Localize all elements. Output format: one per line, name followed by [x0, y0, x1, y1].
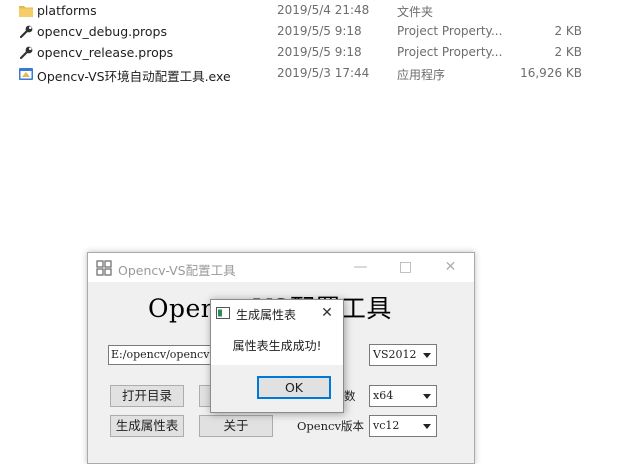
file-date: 2019/5/5 9:18: [277, 24, 362, 38]
file-name: opencv_debug.props: [37, 24, 167, 39]
window-title: Opencv-VS配置工具: [118, 263, 236, 278]
close-button[interactable]: ✕: [428, 253, 473, 282]
close-icon[interactable]: ✕: [311, 300, 343, 327]
platform-select[interactable]: x64: [369, 385, 437, 407]
file-date: 2019/5/4 21:48: [277, 3, 370, 17]
app-grid-icon: [96, 260, 112, 276]
platform-label: 数: [344, 389, 356, 403]
vs-version-value: VS2012: [373, 348, 417, 361]
file-type: 文件夹: [397, 5, 434, 19]
vc-version-value: vc12: [373, 419, 400, 432]
props-file-icon: [19, 25, 33, 39]
file-type: Project Property...: [397, 24, 503, 38]
dialog-title: 生成属性表: [236, 308, 297, 322]
file-row-opencv-release-props[interactable]: opencv_release.props 2019/5/5 9:18 Proje…: [0, 42, 625, 63]
chevron-down-icon: [423, 394, 431, 399]
dialog-body: 属性表生成成功!: [211, 327, 343, 365]
file-size: 2 KB: [554, 45, 582, 59]
file-name: opencv_release.props: [37, 45, 174, 60]
file-row-opencv-vs-exe[interactable]: Opencv-VS环境自动配置工具.exe 2019/5/3 17:44 应用程…: [0, 63, 625, 84]
file-size: 16,926 KB: [520, 66, 582, 80]
file-row-platforms[interactable]: platforms 2019/5/4 21:48 文件夹: [0, 0, 625, 21]
props-file-icon: [19, 46, 33, 60]
file-size: 2 KB: [554, 24, 582, 38]
chevron-down-icon: [423, 353, 431, 358]
window-titlebar[interactable]: Opencv-VS配置工具 — □ ✕: [88, 253, 474, 282]
dialog-message: 属性表生成成功!: [232, 339, 322, 353]
file-date: 2019/5/5 9:18: [277, 45, 362, 59]
file-name: Opencv-VS环境自动配置工具.exe: [37, 69, 231, 84]
file-type: Project Property...: [397, 45, 503, 59]
file-name: platforms: [37, 3, 97, 18]
maximize-button[interactable]: □: [383, 253, 428, 282]
path-input[interactable]: E:/opencv/opencv: [108, 345, 216, 365]
window-icon: [216, 307, 230, 319]
vc-version-select[interactable]: vc12: [369, 415, 437, 437]
file-date: 2019/5/3 17:44: [277, 66, 370, 80]
minimize-button[interactable]: —: [338, 253, 383, 282]
chevron-down-icon: [423, 424, 431, 429]
file-type: 应用程序: [397, 68, 446, 82]
folder-icon: [19, 6, 33, 17]
open-directory-button[interactable]: 打开目录: [110, 385, 184, 407]
ok-button[interactable]: OK: [257, 376, 331, 399]
generate-props-button[interactable]: 生成属性表: [110, 415, 184, 437]
exe-file-icon: [19, 68, 33, 80]
opencv-version-label: Opencv版本: [297, 419, 364, 433]
message-dialog: 生成属性表 ✕ 属性表生成成功! OK: [210, 299, 344, 413]
dialog-titlebar[interactable]: 生成属性表 ✕: [211, 300, 343, 327]
about-button[interactable]: 关于: [199, 415, 273, 437]
platform-value: x64: [373, 389, 394, 402]
file-row-opencv-debug-props[interactable]: opencv_debug.props 2019/5/5 9:18 Project…: [0, 21, 625, 42]
vs-version-select[interactable]: VS2012: [369, 344, 437, 366]
